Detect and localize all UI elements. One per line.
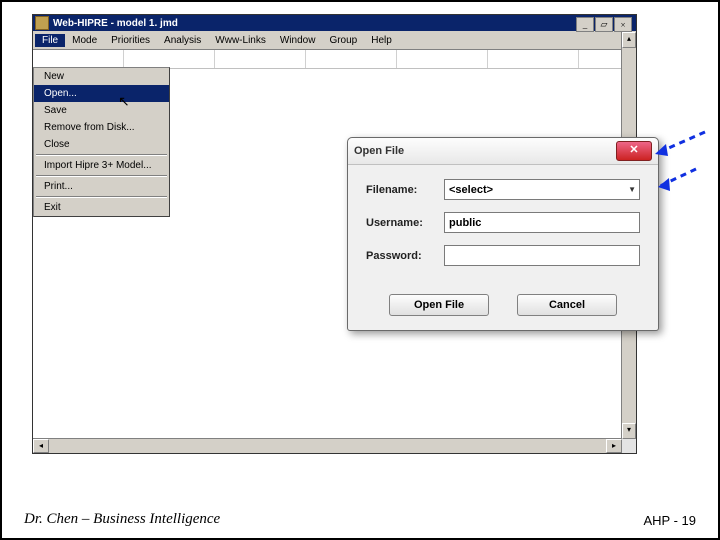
open-file-dialog: Open File ✕ Filename: <select> Username:… [347,137,659,331]
footer-right: AHP - 19 [643,513,696,528]
open-file-button[interactable]: Open File [389,294,489,316]
annotation-arrow-1 [650,130,710,160]
close-button[interactable]: × [614,17,632,32]
menu-item-open[interactable]: Open... [34,85,169,102]
window-title: Web-HIPRE - model 1. jmd [53,18,178,29]
menu-file[interactable]: File [35,34,65,47]
menubar: File Mode Priorities Analysis Www-Links … [33,31,636,50]
annotation-arrow-2 [654,167,700,191]
menu-item-exit[interactable]: Exit [34,199,169,216]
footer-left: Dr. Chen – Business Intelligence [24,511,220,528]
password-label: Password: [366,250,444,262]
scroll-left-icon[interactable]: ◂ [33,439,49,453]
dialog-close-button[interactable]: ✕ [616,141,652,161]
username-input[interactable]: public [444,212,640,233]
username-label: Username: [366,217,444,229]
menu-help[interactable]: Help [364,34,399,47]
menu-item-close[interactable]: Close [34,136,169,153]
menu-analysis[interactable]: Analysis [157,34,208,47]
file-menu-dropdown: New Open... Save Remove from Disk... Clo… [33,67,170,217]
menu-window[interactable]: Window [273,34,323,47]
menu-priorities[interactable]: Priorities [104,34,157,47]
cancel-button[interactable]: Cancel [517,294,617,316]
scroll-down-icon[interactable]: ▾ [622,423,636,439]
cursor-icon: ↖ [118,93,130,110]
window-controls: _ ▱ × [575,17,632,32]
horizontal-scrollbar[interactable]: ◂ ▸ [33,438,622,453]
dialog-title: Open File [354,145,404,157]
filename-select[interactable]: <select> [444,179,640,200]
filename-label: Filename: [366,184,444,196]
menu-item-print[interactable]: Print... [34,178,169,195]
menu-item-new[interactable]: New [34,68,169,85]
menu-mode[interactable]: Mode [65,34,104,47]
menu-item-save[interactable]: Save [34,102,169,119]
restore-button[interactable]: ▱ [595,17,613,32]
titlebar: Web-HIPRE - model 1. jmd [33,15,636,31]
menu-wwwlinks[interactable]: Www-Links [208,34,273,47]
menu-group[interactable]: Group [322,34,364,47]
dialog-titlebar: Open File ✕ [348,138,658,165]
minimize-button[interactable]: _ [576,17,594,32]
menu-item-import[interactable]: Import Hipre 3+ Model... [34,157,169,174]
app-icon [35,16,49,30]
menu-item-remove[interactable]: Remove from Disk... [34,119,169,136]
password-input[interactable] [444,245,640,266]
scroll-right-icon[interactable]: ▸ [606,439,622,453]
scroll-up-icon[interactable]: ▴ [622,32,636,48]
